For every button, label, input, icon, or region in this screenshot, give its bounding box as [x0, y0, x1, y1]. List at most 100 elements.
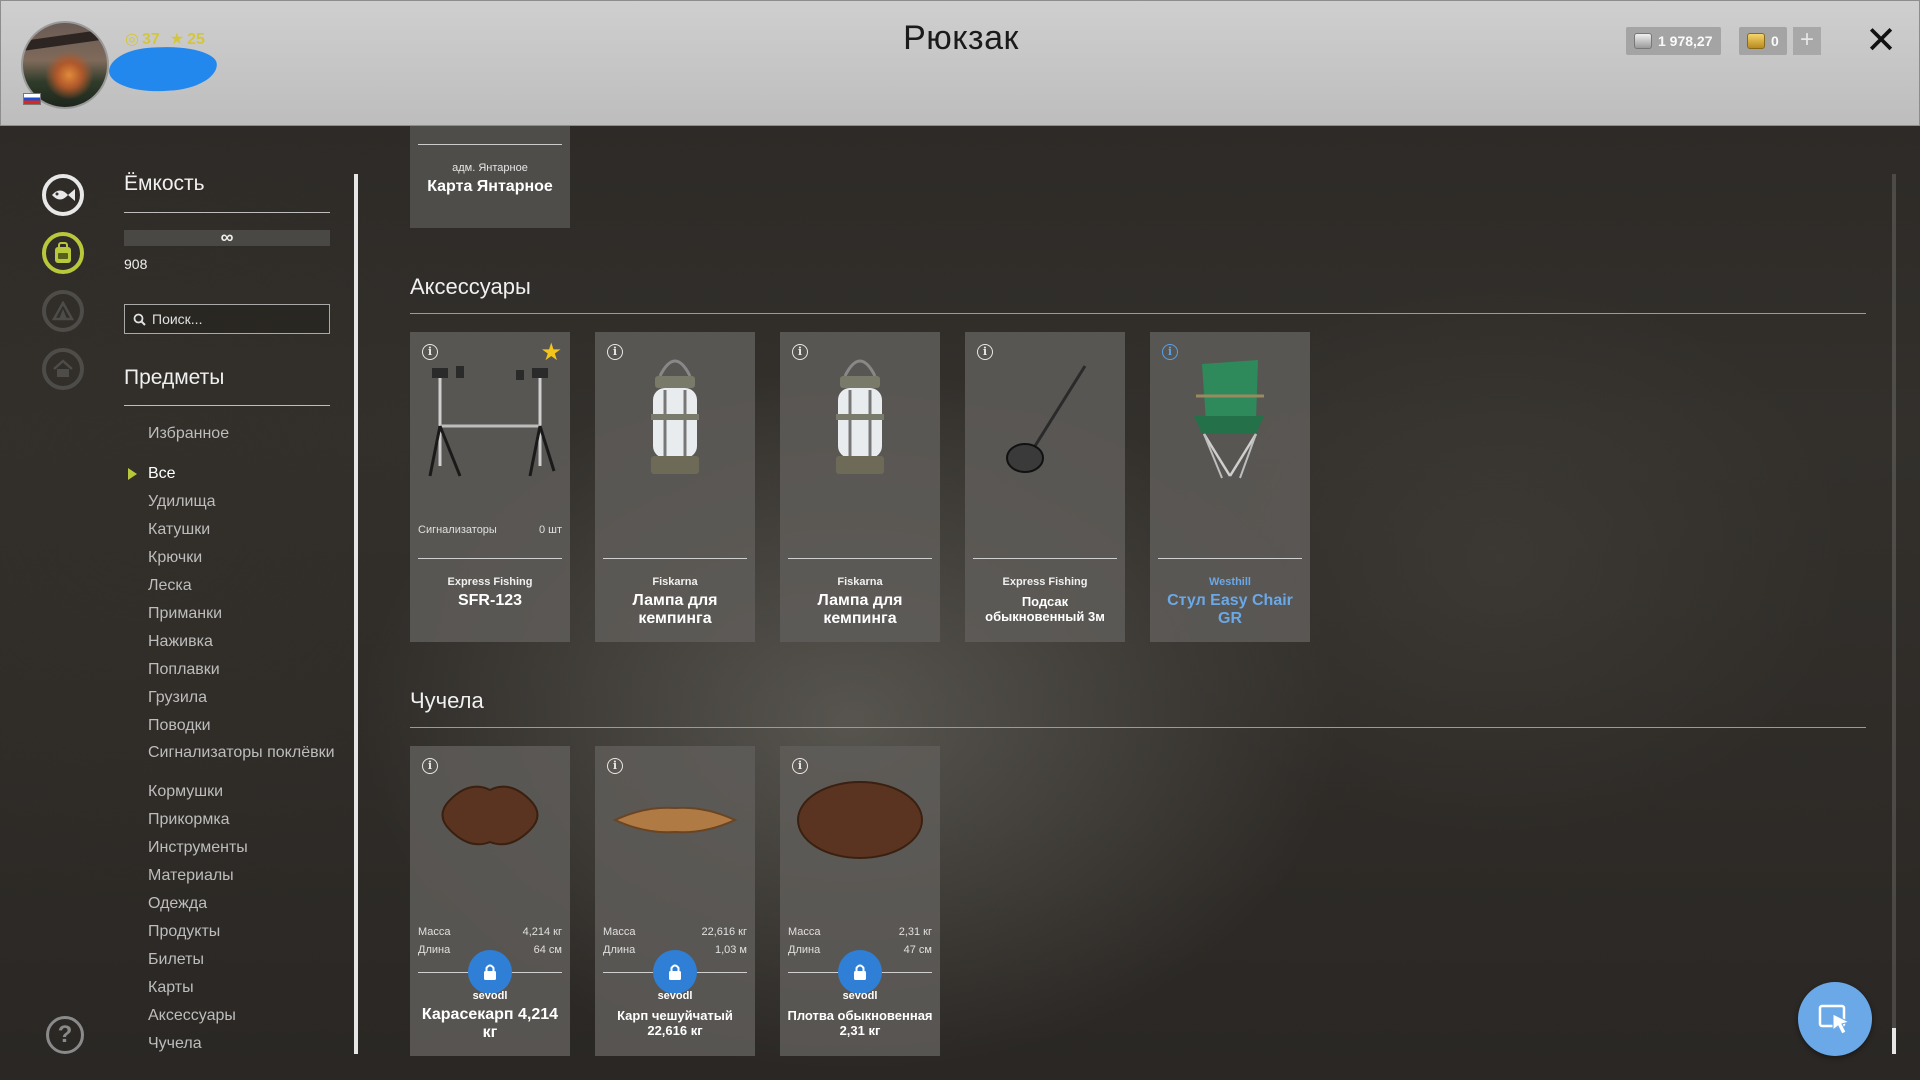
country-flag-icon	[23, 93, 41, 105]
fish-keepnet-icon[interactable]	[42, 174, 84, 216]
backpack-icon[interactable]	[42, 232, 84, 274]
meta-value: 0 шт	[538, 524, 562, 536]
trophy-owner: sevodl	[842, 990, 878, 1002]
category-lures[interactable]: Приманки	[148, 600, 335, 628]
item-name: Стул Easy Chair GR	[1167, 592, 1293, 627]
item-name: Подсак обыкновенный 3м	[985, 594, 1105, 624]
search-icon	[133, 313, 146, 326]
category-food[interactable]: Продукты	[148, 918, 335, 946]
lock-icon[interactable]	[653, 950, 697, 994]
rod-pod-image	[428, 366, 556, 477]
trophy-card[interactable]: i Масса 4,214 кг Длина 64 см sevodl Кара…	[410, 746, 570, 1056]
mass-row: Масса 2,31 кг	[788, 926, 932, 938]
gold-coin-icon	[1747, 33, 1765, 49]
gold-balance: 0	[1739, 27, 1787, 55]
category-rods[interactable]: Удилища	[148, 488, 335, 516]
section-divider	[410, 727, 1866, 728]
content-scrollbar-thumb[interactable]	[1892, 1028, 1896, 1054]
category-feeders[interactable]: Кормушки	[148, 778, 335, 806]
category-floats[interactable]: Поплавки	[148, 656, 335, 684]
item-brand: Fiskarna	[652, 576, 698, 588]
category-bait[interactable]: Наживка	[148, 628, 335, 656]
item-meta: Сигнализаторы 0 шт	[418, 524, 562, 536]
length-label: Длина	[788, 944, 821, 956]
section-divider	[410, 313, 1866, 314]
camping-chair-image	[1194, 360, 1264, 479]
category-clothing[interactable]: Одежда	[148, 890, 335, 918]
mass-value: 2,31 кг	[898, 926, 932, 938]
category-sinkers[interactable]: Грузила	[148, 684, 335, 712]
item-brand: адм. Янтарное	[452, 162, 528, 174]
item-name: SFR-123	[457, 592, 523, 609]
lock-icon[interactable]	[468, 950, 512, 994]
item-card[interactable]: i ★ Сигнализаторы 0 шт Express Fishing S…	[410, 332, 570, 642]
card-divider	[418, 144, 562, 145]
category-line[interactable]: Леска	[148, 572, 335, 600]
item-card[interactable]: i Fiskarna Лампа для кемпинга	[780, 332, 940, 642]
category-tools[interactable]: Инструменты	[148, 834, 335, 862]
cursor-mode-button[interactable]	[1798, 982, 1872, 1056]
category-favorites[interactable]: Избранное	[148, 420, 335, 448]
trophy-card[interactable]: i Масса 2,31 кг Длина 47 см sevodl Плотв…	[780, 746, 940, 1056]
item-name: Плотва обыкновенная 2,31 кг	[787, 1008, 933, 1038]
tent-icon[interactable]	[42, 290, 84, 332]
add-currency-button[interactable]: +	[1793, 27, 1821, 55]
category-accessories[interactable]: Аксессуары	[148, 1002, 335, 1030]
item-name: Лампа для кемпинга	[632, 592, 718, 627]
meta-label: Сигнализаторы	[418, 524, 497, 536]
items-title: Предметы	[124, 366, 225, 389]
item-name: Карп чешуйчатый 22,616 кг	[617, 1008, 733, 1038]
category-maps[interactable]: Карты	[148, 974, 335, 1002]
item-name: Лампа для кемпинга	[817, 592, 903, 627]
category-all[interactable]: Все	[128, 460, 335, 488]
category-groundbait[interactable]: Прикормка	[148, 806, 335, 834]
mass-value: 4,214 кг	[522, 926, 562, 938]
landing-net-image	[1006, 365, 1087, 473]
category-materials[interactable]: Материалы	[148, 862, 335, 890]
category-scrollbar[interactable]	[354, 174, 358, 1054]
item-brand: Express Fishing	[1002, 576, 1088, 588]
item-name: Карта Янтарное	[427, 178, 553, 195]
length-value: 64 см	[533, 944, 562, 956]
category-trophies[interactable]: Чучела	[148, 1030, 335, 1058]
search-input[interactable]: Поиск...	[124, 304, 330, 334]
gold-amount: 0	[1771, 33, 1779, 49]
content-scrollbar-track[interactable]	[1892, 174, 1896, 1054]
category-leaders[interactable]: Поводки	[148, 712, 335, 740]
category-bite-alarms[interactable]: Сигнализаторы поклёвки	[148, 740, 335, 778]
capacity-title: Ёмкость	[124, 172, 205, 195]
card-divider	[788, 558, 932, 559]
section-title-accessories: Аксессуары	[410, 274, 531, 299]
category-hooks[interactable]: Крючки	[148, 544, 335, 572]
trophy-owner: sevodl	[657, 990, 693, 1002]
item-name: Карасекарп 4,214 кг	[421, 1006, 559, 1041]
capacity-count: 908	[124, 256, 148, 272]
category-tickets[interactable]: Билеты	[148, 946, 335, 974]
lock-icon[interactable]	[838, 950, 882, 994]
category-list: Избранное Все Удилища Катушки Крючки Лес…	[128, 420, 335, 1058]
mass-label: Масса	[603, 926, 636, 938]
mass-label: Масса	[788, 926, 821, 938]
mass-value: 22,616 кг	[701, 926, 747, 938]
item-card[interactable]: i Fiskarna Лампа для кемпинга	[595, 332, 755, 642]
trophy-plaque-image	[797, 781, 923, 859]
item-brand: Westhill	[1209, 576, 1251, 588]
category-reels[interactable]: Катушки	[148, 516, 335, 544]
divider	[124, 212, 330, 213]
length-value: 47 см	[903, 944, 932, 956]
item-card-map[interactable]: адм. Янтарное Карта Янтарное	[410, 126, 570, 228]
item-card[interactable]: i Express Fishing Подсак обыкновенный 3м	[965, 332, 1125, 642]
top-bar: ◎ 37 ★ 25 Рюкзак 1 978,27 0 + ✕	[0, 0, 1920, 126]
cursor-icon	[1818, 1004, 1851, 1035]
house-icon[interactable]	[42, 348, 84, 390]
card-divider	[418, 558, 562, 559]
help-icon[interactable]: ?	[46, 1016, 84, 1054]
silver-coin-icon	[1634, 33, 1652, 49]
close-button[interactable]: ✕	[1863, 19, 1899, 63]
item-brand: Express Fishing	[447, 576, 533, 588]
length-label: Длина	[603, 944, 636, 956]
divider	[124, 405, 330, 406]
camping-lamp-image	[836, 359, 884, 474]
item-card[interactable]: i Westhill Стул Easy Chair GR	[1150, 332, 1310, 642]
trophy-card[interactable]: i Масса 22,616 кг Длина 1,03 м sevodl Ка…	[595, 746, 755, 1056]
